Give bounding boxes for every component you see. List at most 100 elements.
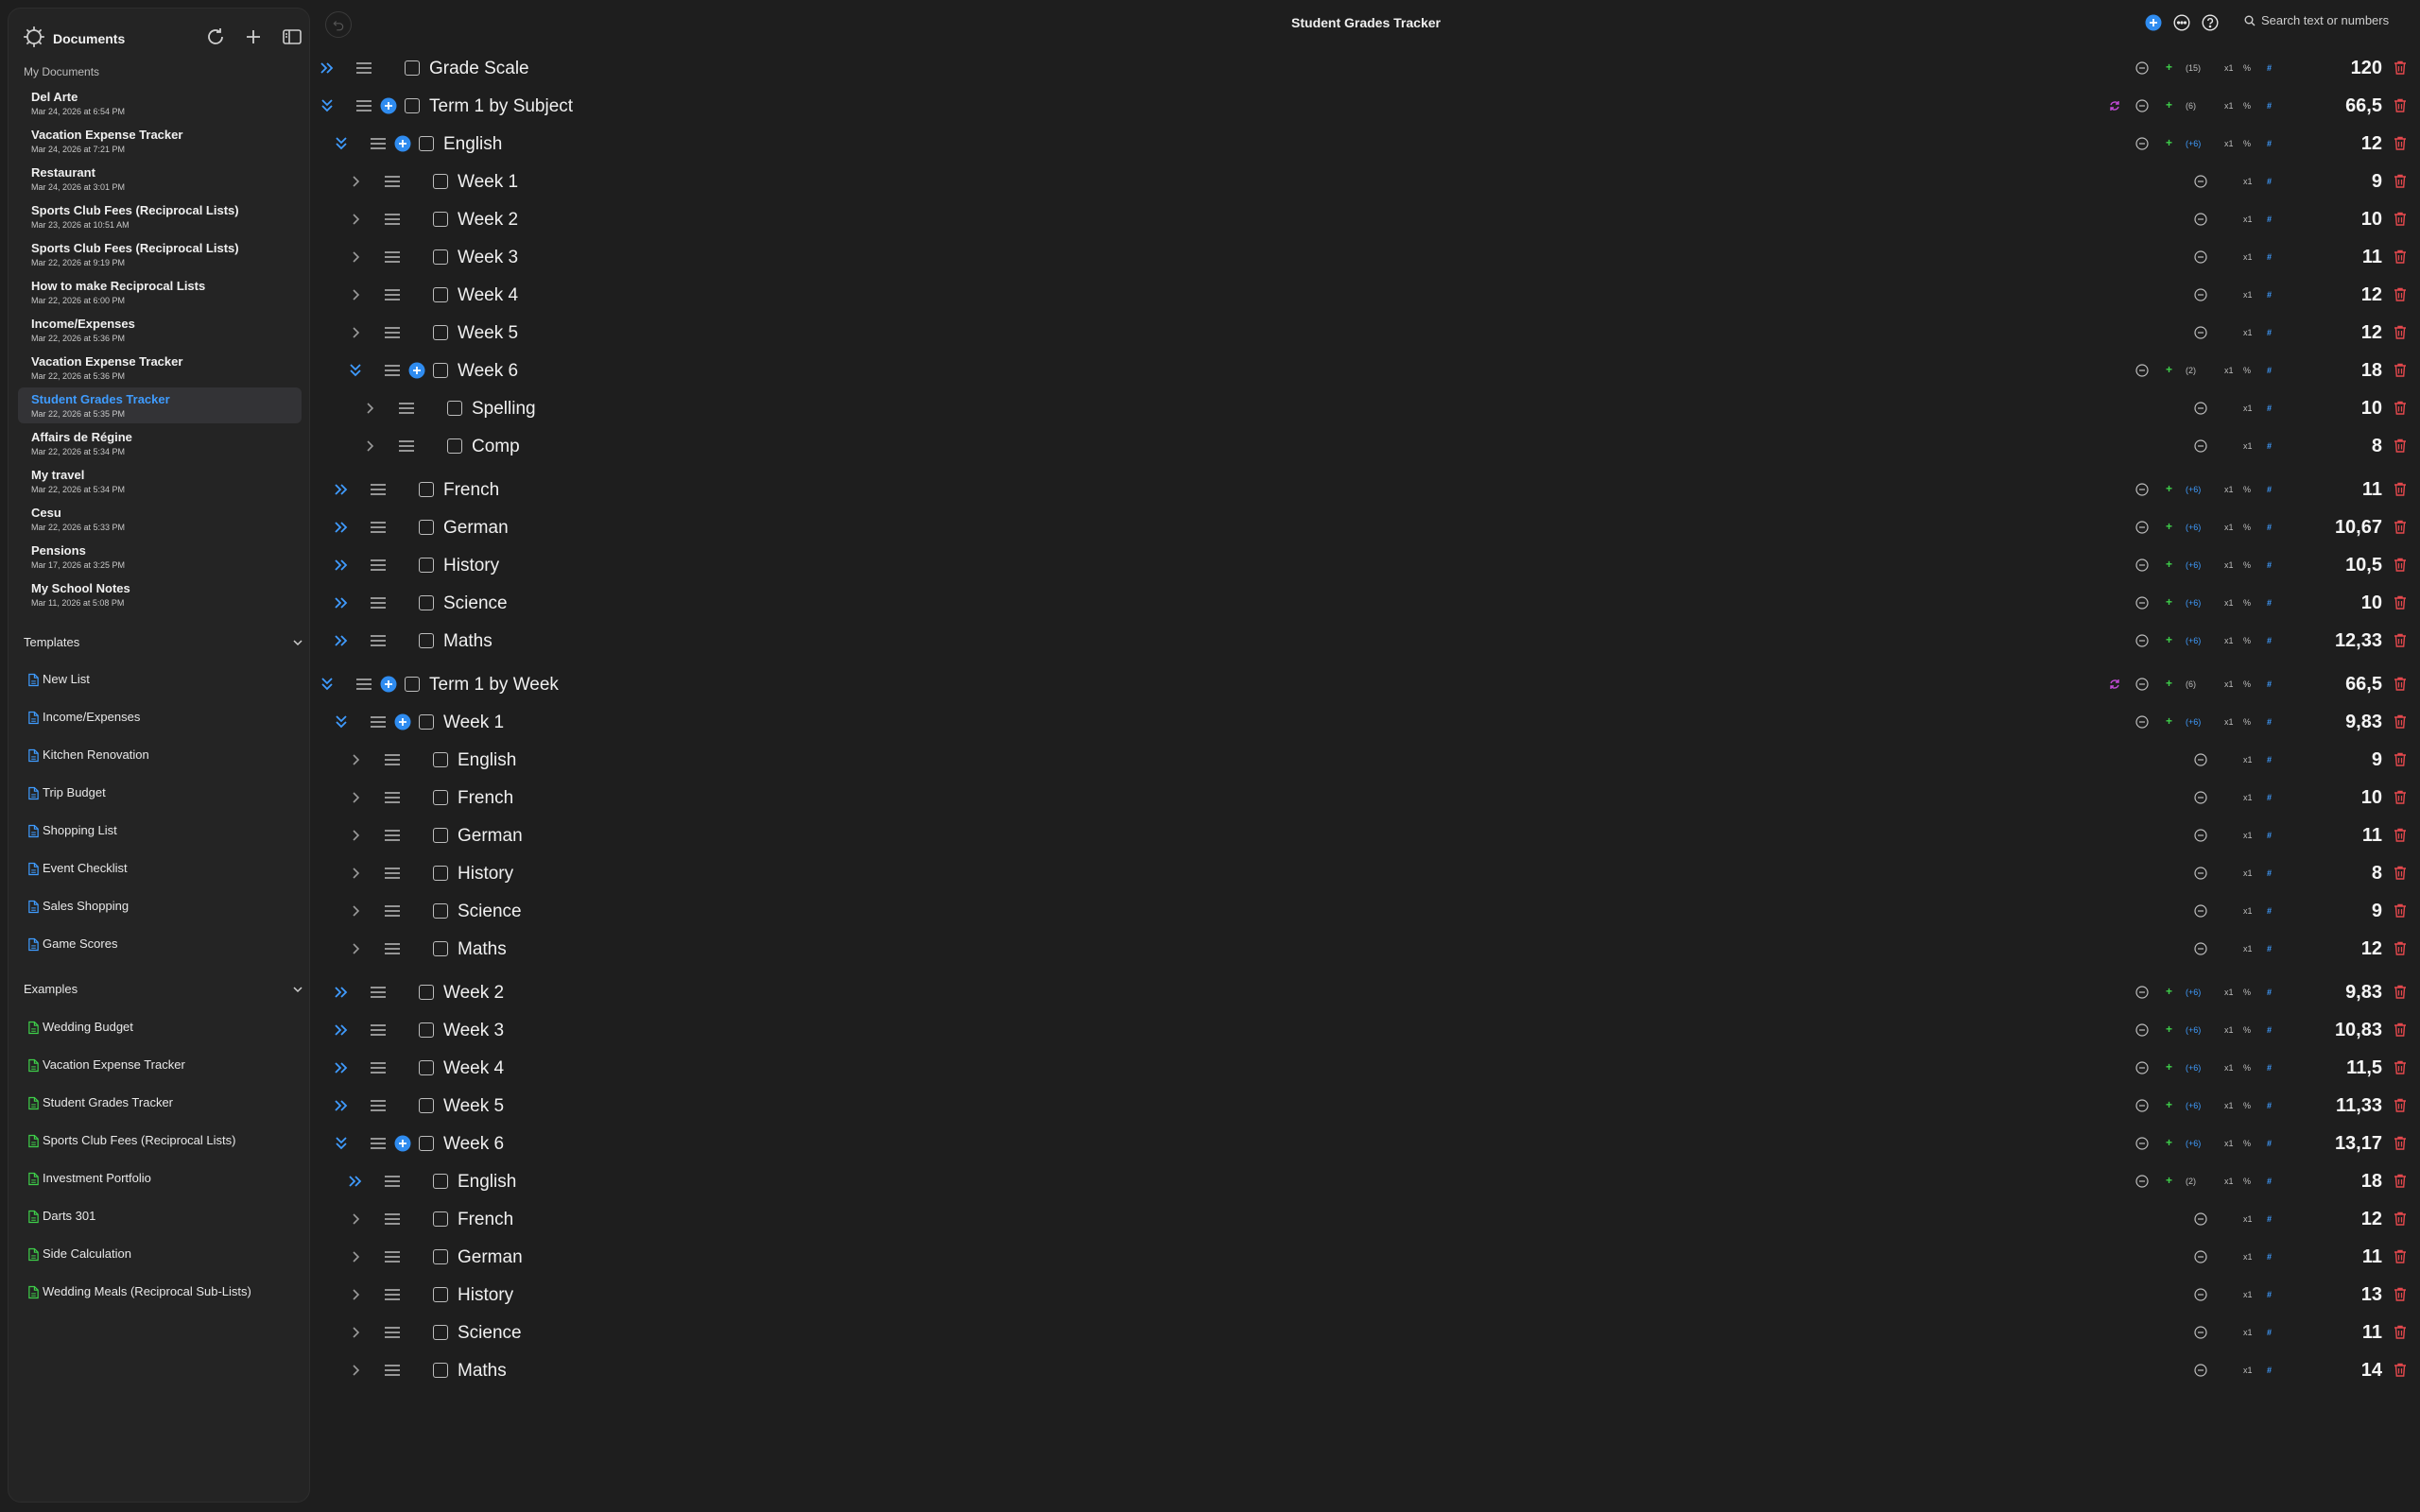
percent-button[interactable]: % [2243, 1023, 2251, 1037]
document-item[interactable]: Sports Club Fees (Reciprocal Lists) Mar 2… [18, 198, 302, 234]
item-checkbox[interactable] [419, 520, 434, 535]
minus-circle-icon[interactable] [2135, 483, 2149, 496]
item-checkbox[interactable] [433, 249, 448, 265]
plus-button[interactable]: + [2166, 677, 2172, 690]
item-checkbox[interactable] [433, 212, 448, 227]
minus-circle-icon[interactable] [2135, 137, 2149, 150]
number-format-button[interactable]: # [2267, 364, 2272, 377]
item-checkbox[interactable] [405, 98, 420, 113]
item-label[interactable]: English [443, 134, 502, 155]
item-checkbox[interactable] [419, 558, 434, 573]
list-item-row[interactable]: Science x1 #9 [312, 892, 2420, 930]
plus-button[interactable]: + [2166, 1136, 2172, 1149]
item-label[interactable]: Science [443, 593, 508, 614]
item-checkbox[interactable] [433, 752, 448, 767]
percent-button[interactable]: % [2243, 364, 2251, 377]
minus-circle-icon[interactable] [2194, 326, 2207, 339]
drag-handle-icon[interactable] [384, 1325, 401, 1340]
item-label[interactable]: Spelling [472, 399, 536, 420]
item-label[interactable]: Maths [458, 1361, 507, 1382]
document-item[interactable]: Pensions Mar 17, 2026 at 3:25 PM [18, 539, 302, 575]
drag-handle-icon[interactable] [384, 1174, 401, 1189]
item-label[interactable]: Science [458, 1323, 522, 1344]
trash-icon[interactable] [2394, 1060, 2407, 1075]
number-format-button[interactable]: # [2267, 1326, 2272, 1339]
add-subitem-icon[interactable] [408, 362, 425, 379]
item-checkbox[interactable] [447, 438, 462, 454]
drag-handle-icon[interactable] [384, 828, 401, 843]
item-checkbox[interactable] [433, 363, 448, 378]
item-label[interactable]: Week 4 [458, 285, 518, 306]
item-checkbox[interactable] [433, 1211, 448, 1227]
expand-icon[interactable] [360, 399, 379, 418]
document-item[interactable]: Restaurant Mar 24, 2026 at 3:01 PM [18, 161, 302, 197]
refresh-icon[interactable] [204, 26, 227, 48]
minus-circle-icon[interactable] [2135, 521, 2149, 534]
group-row[interactable]: English + (2) x1% #18 [312, 1162, 2420, 1200]
item-value[interactable]: 12 [2361, 284, 2382, 306]
group-row[interactable]: German + (+6) x1% #10,67 [312, 508, 2420, 546]
number-format-button[interactable]: # [2267, 402, 2272, 415]
template-item[interactable]: Event Checklist [28, 861, 128, 880]
multiplier-button[interactable]: x1 [2243, 1212, 2253, 1226]
drag-handle-icon[interactable] [370, 1136, 387, 1151]
trash-icon[interactable] [2394, 558, 2407, 573]
group-row[interactable]: Week 6 + (2) x1% #18 [312, 352, 2420, 389]
expand-icon[interactable] [346, 248, 365, 266]
example-item[interactable]: Vacation Expense Tracker [28, 1057, 185, 1076]
expand-icon[interactable] [346, 902, 365, 920]
template-item[interactable]: Sales Shopping [28, 899, 129, 918]
item-value[interactable]: 18 [2361, 1171, 2382, 1193]
plus-button[interactable]: + [2166, 1022, 2172, 1036]
group-row[interactable]: Grade Scale + (15) x1% #120 [312, 49, 2420, 87]
item-checkbox[interactable] [419, 1060, 434, 1075]
drag-handle-icon[interactable] [370, 633, 387, 648]
minus-circle-icon[interactable] [2135, 61, 2149, 75]
minus-circle-icon[interactable] [2135, 715, 2149, 729]
item-label[interactable]: Week 3 [443, 1021, 504, 1041]
group-row[interactable]: Week 5 + (+6) x1% #11,33 [312, 1087, 2420, 1125]
number-format-button[interactable]: # [2267, 250, 2272, 264]
item-value[interactable]: 13 [2361, 1284, 2382, 1306]
item-label[interactable]: Comp [472, 437, 520, 457]
trash-icon[interactable] [2394, 1211, 2407, 1227]
item-label[interactable]: History [458, 1285, 513, 1306]
minus-circle-icon[interactable] [2135, 1023, 2149, 1037]
item-label[interactable]: Week 2 [443, 983, 504, 1004]
item-value[interactable]: 12 [2361, 1209, 2382, 1230]
multiplier-button[interactable]: x1 [2224, 1099, 2234, 1112]
percent-button[interactable]: % [2243, 137, 2251, 150]
collapse-icon[interactable] [332, 1134, 351, 1153]
item-value[interactable]: 12,33 [2335, 630, 2382, 652]
document-item[interactable]: Sports Club Fees (Reciprocal Lists) Mar 2… [18, 236, 302, 272]
group-row[interactable]: Week 1 + (+6) x1% #9,83 [312, 703, 2420, 741]
number-format-button[interactable]: # [2267, 942, 2272, 955]
trash-icon[interactable] [2394, 520, 2407, 535]
item-value[interactable]: 9,83 [2345, 712, 2382, 733]
item-label[interactable]: Week 2 [458, 210, 518, 231]
add-subitem-icon[interactable] [394, 713, 411, 730]
multiplier-button[interactable]: x1 [2243, 1326, 2253, 1339]
drag-handle-icon[interactable] [384, 866, 401, 881]
item-checkbox[interactable] [433, 828, 448, 843]
item-value[interactable]: 120 [2351, 58, 2382, 79]
item-checkbox[interactable] [419, 136, 434, 151]
percent-button[interactable]: % [2243, 61, 2251, 75]
collapse-icon[interactable] [332, 134, 351, 153]
multiplier-button[interactable]: x1 [2224, 1061, 2234, 1074]
percent-button[interactable]: % [2243, 521, 2251, 534]
list-item-row[interactable]: Week 4 x1 #12 [312, 276, 2420, 314]
item-checkbox[interactable] [433, 287, 448, 302]
drag-handle-icon[interactable] [384, 212, 401, 227]
group-row[interactable]: Week 6 + (+6) x1% #13,17 [312, 1125, 2420, 1162]
collapse-icon[interactable] [346, 361, 365, 380]
item-label[interactable]: Week 1 [443, 713, 504, 733]
item-value[interactable]: 10,5 [2345, 555, 2382, 576]
item-label[interactable]: Maths [458, 939, 507, 960]
expand-icon[interactable] [332, 1058, 351, 1077]
item-value[interactable]: 10 [2361, 209, 2382, 231]
minus-circle-icon[interactable] [2194, 1326, 2207, 1339]
expand-icon[interactable] [332, 480, 351, 499]
multiplier-button[interactable]: x1 [2224, 1023, 2234, 1037]
item-label[interactable]: German [458, 826, 523, 847]
